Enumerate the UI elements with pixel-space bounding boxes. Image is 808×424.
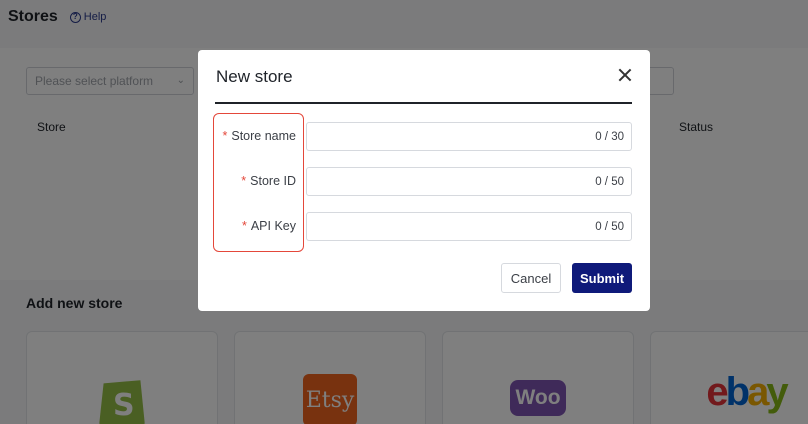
store-name-counter: 0 / 30: [595, 131, 624, 143]
store-id-input[interactable]: 0 / 50: [306, 167, 632, 196]
dialog-divider: [215, 102, 632, 104]
dialog-title: New store: [216, 67, 293, 86]
api-key-counter: 0 / 50: [595, 221, 624, 233]
close-icon[interactable]: [616, 66, 634, 84]
new-store-dialog: New store * Store name 0 / 30 * Store ID 0…: [198, 50, 650, 311]
form-row-store-name: * Store name 0 / 30: [198, 122, 650, 151]
required-mark: *: [241, 174, 247, 188]
api-key-label: * API Key: [241, 219, 296, 233]
cancel-button[interactable]: Cancel: [501, 263, 561, 293]
store-id-label: * Store ID: [241, 174, 296, 188]
api-key-input[interactable]: 0 / 50: [306, 212, 632, 241]
form-row-store-id: * Store ID 0 / 50: [198, 167, 650, 196]
submit-button[interactable]: Submit: [572, 263, 632, 293]
store-name-label: * Store name: [222, 129, 297, 143]
store-name-input[interactable]: 0 / 30: [306, 122, 632, 151]
required-mark: *: [222, 129, 228, 143]
form-row-api-key: * API Key 0 / 50: [198, 212, 650, 241]
store-id-counter: 0 / 50: [595, 176, 624, 188]
required-mark: *: [241, 219, 247, 233]
